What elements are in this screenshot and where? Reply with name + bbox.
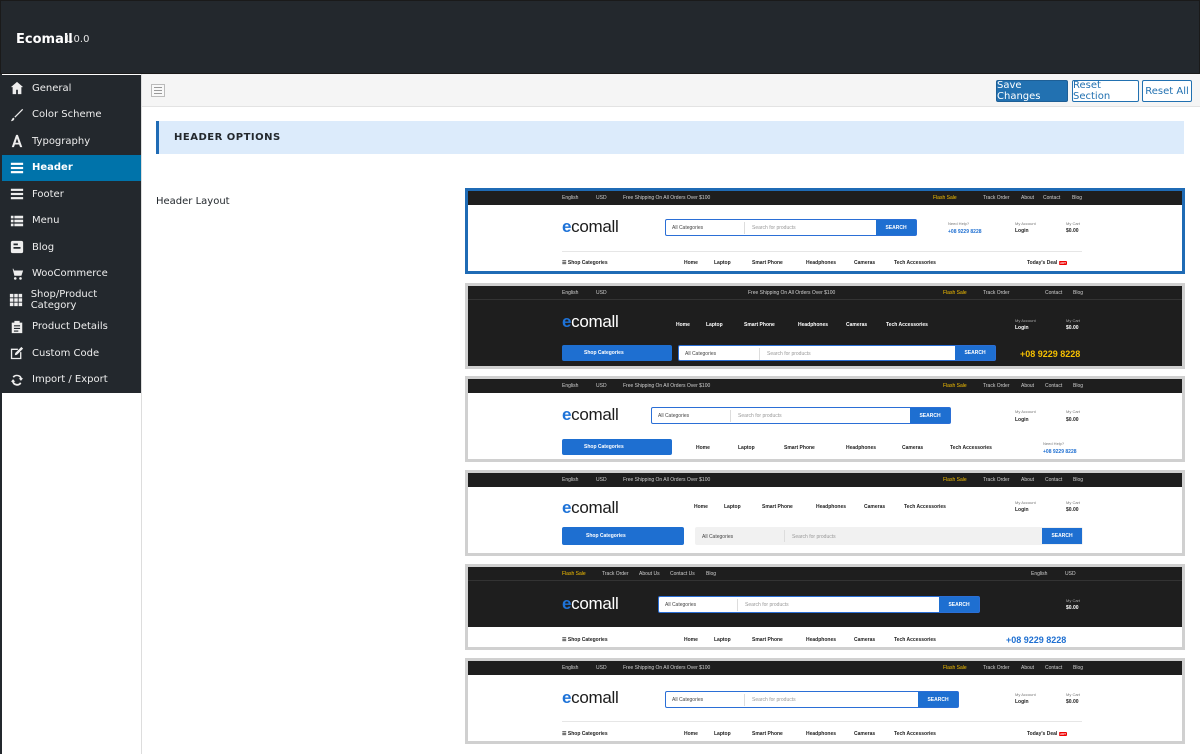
sidebar: General Color Scheme Typography Header F… xyxy=(2,75,141,393)
reset-all-button[interactable]: Reset All xyxy=(1142,80,1192,102)
header-layout-option-1[interactable]: English USD Free Shipping On All Orders … xyxy=(465,188,1185,274)
contact-link: Contact xyxy=(1043,195,1061,201)
header-layout-option-6[interactable]: English USD Free Shipping On All Orders … xyxy=(465,658,1185,744)
phone-number: +08 9229 8228 xyxy=(948,229,982,235)
nav-tech-accessories: Tech Accessories xyxy=(894,260,936,266)
top-bar: Ecomall 1.0.0 xyxy=(0,0,1200,74)
sidebar-item-shop-category[interactable]: Shop/Product Category xyxy=(2,287,141,314)
reset-section-button[interactable]: Reset Section xyxy=(1072,80,1139,102)
sidebar-item-general[interactable]: General xyxy=(2,75,141,102)
section-header: HEADER OPTIONS xyxy=(156,121,1184,154)
need-help-text: Need Help? xyxy=(948,221,970,226)
sidebar-item-color-scheme[interactable]: Color Scheme xyxy=(2,102,141,129)
header-layout-option-3[interactable]: English USD Free Shipping On All Orders … xyxy=(465,376,1185,462)
expand-options-button[interactable] xyxy=(151,84,165,97)
home-icon xyxy=(2,81,32,95)
layout-topbar: English USD Free Shipping On All Orders … xyxy=(468,191,1182,205)
nav-laptop: Laptop xyxy=(714,260,731,266)
nav-smart-phone: Smart Phone xyxy=(752,260,783,266)
category-select: All Categories xyxy=(672,225,704,231)
typography-icon xyxy=(2,134,32,148)
grid-icon xyxy=(2,293,31,307)
content-border xyxy=(141,74,142,754)
track-order-link: Track Order xyxy=(983,195,1010,201)
sidebar-item-menu[interactable]: Menu xyxy=(2,208,141,235)
menu-lines-icon xyxy=(2,161,32,175)
sidebar-item-blog[interactable]: Blog xyxy=(2,234,141,261)
sidebar-item-label: Menu xyxy=(32,215,60,227)
sidebar-item-import-export[interactable]: Import / Export xyxy=(2,367,141,394)
menu-lines-icon xyxy=(2,187,32,201)
sidebar-item-label: Shop/Product Category xyxy=(30,289,98,312)
nav-cameras: Cameras xyxy=(854,260,876,266)
sidebar-item-custom-code[interactable]: Custom Code xyxy=(2,340,141,367)
search-button: SEARCH xyxy=(876,220,916,235)
sidebar-item-label: Footer xyxy=(32,188,64,200)
about-link: About xyxy=(1021,195,1035,201)
sidebar-item-label: Header xyxy=(32,162,73,174)
currency-select: USD xyxy=(596,195,607,201)
header-layout-label: Header Layout xyxy=(156,196,230,207)
cart-total: $0.00 xyxy=(1066,228,1079,234)
logo: ecomall xyxy=(562,312,619,331)
my-cart-text: My Cart xyxy=(1066,221,1080,226)
flash-sale-link: Flash Sale xyxy=(933,195,957,201)
search-input: Search for products xyxy=(752,225,796,231)
logo: ecomall xyxy=(562,217,619,236)
header-layout-option-4[interactable]: English USD Free Shipping On All Orders … xyxy=(465,470,1185,556)
section-title: HEADER OPTIONS xyxy=(174,132,281,143)
brush-icon xyxy=(2,108,32,122)
my-account-text: My Account xyxy=(1015,221,1036,226)
list-icon xyxy=(2,214,32,228)
login-link: Login xyxy=(1015,228,1029,234)
shop-categories-menu: ☰ Shop Categories xyxy=(562,260,608,266)
sidebar-item-footer[interactable]: Footer xyxy=(2,181,141,208)
save-button[interactable]: Save Changes xyxy=(996,80,1068,102)
blog-icon xyxy=(2,240,32,254)
sidebar-item-label: Color Scheme xyxy=(32,109,102,121)
blog-link: Blog xyxy=(1072,195,1083,201)
cart-icon xyxy=(2,267,32,281)
todays-deal: Today's Deal HOT xyxy=(1027,260,1068,266)
header-layout-option-2[interactable]: English USD Free Shipping On All Orders … xyxy=(465,283,1185,369)
nav-home: Home xyxy=(684,260,698,266)
sync-icon xyxy=(2,373,32,387)
sidebar-item-label: Typography xyxy=(32,135,91,147)
search-bar[interactable]: All Categories Search for products SEARC… xyxy=(665,219,917,236)
app-version: 1.0.0 xyxy=(64,34,90,45)
sidebar-item-label: Product Details xyxy=(32,321,108,333)
sidebar-item-label: Blog xyxy=(32,241,55,253)
sidebar-item-header[interactable]: Header xyxy=(2,154,141,181)
nav-headphones: Headphones xyxy=(806,260,837,266)
sidebar-item-label: Import / Export xyxy=(32,374,108,386)
shipping-text: Free Shipping On All Orders Over $100 xyxy=(623,195,711,201)
sidebar-item-woocommerce[interactable]: WooCommerce xyxy=(2,261,141,288)
shop-categories-button: Shop Categories xyxy=(562,345,672,361)
sidebar-item-label: Custom Code xyxy=(32,347,100,359)
header-layout-option-5[interactable]: Flash Sale Track Order About Us Contact … xyxy=(465,564,1185,650)
lang-select: English xyxy=(562,195,579,201)
sidebar-item-typography[interactable]: Typography xyxy=(2,128,141,155)
options-toolbar: Save Changes Reset Section Reset All xyxy=(142,74,1200,107)
sidebar-item-label: WooCommerce xyxy=(32,268,108,280)
sidebar-item-product-details[interactable]: Product Details xyxy=(2,314,141,341)
edit-icon xyxy=(2,346,32,360)
layout-topbar: English USD Free Shipping On All Orders … xyxy=(468,286,1182,300)
clipboard-icon xyxy=(2,320,32,334)
sidebar-item-label: General xyxy=(32,82,72,94)
